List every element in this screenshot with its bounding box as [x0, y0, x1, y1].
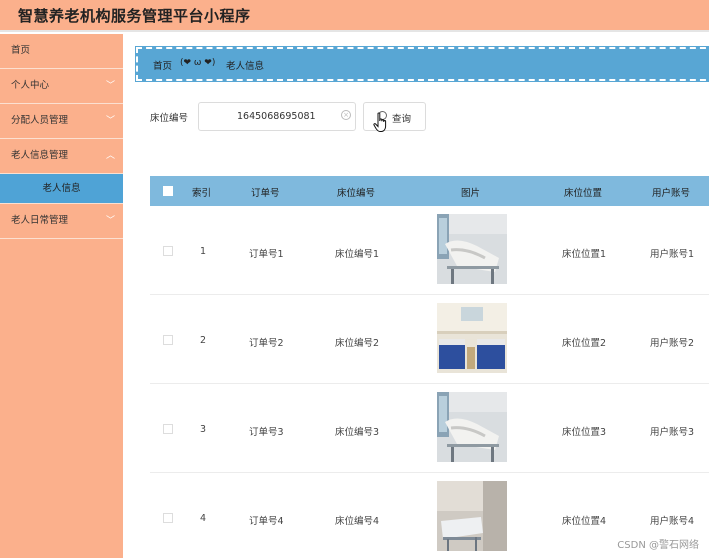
cell-bed-number: 床位编号2	[335, 338, 380, 349]
cell-user-account: 用户账号4	[650, 516, 695, 527]
row-checkbox[interactable]	[163, 424, 173, 434]
cell-bed-location: 床位位置3	[562, 427, 607, 438]
cell-index: 4	[200, 513, 207, 524]
chevron-down-icon: ﹀	[105, 81, 115, 91]
cell-user-account: 用户账号3	[650, 427, 695, 438]
search-label: 床位编号	[150, 113, 189, 124]
cell-order: 订单号2	[249, 338, 284, 349]
sidebar-item-elder-daily-management[interactable]: 老人日常管理 ﹀	[0, 204, 123, 239]
select-all-checkbox[interactable]	[163, 186, 173, 196]
sidebar-item-home[interactable]: 首页	[0, 34, 123, 69]
column-header-user-account: 用户账号	[652, 188, 691, 199]
sidebar-item-staff-assignment[interactable]: 分配人员管理 ﹀	[0, 104, 123, 139]
breadcrumb-home[interactable]: 首页	[153, 58, 172, 72]
cell-index: 1	[200, 246, 207, 257]
watermark: CSDN @警石网络	[617, 540, 699, 551]
cell-bed-number: 床位编号1	[335, 249, 380, 260]
cell-user-account: 用户账号1	[650, 249, 695, 260]
bed-photo[interactable]	[437, 392, 507, 462]
sidebar-item-label: 老人日常管理	[11, 215, 69, 226]
bed-number-search-input[interactable]	[198, 102, 356, 131]
column-header-bed-location: 床位位置	[564, 188, 603, 199]
room-photo[interactable]	[437, 481, 507, 551]
hand-pointer-icon	[373, 112, 387, 132]
sidebar-item-personal-center[interactable]: 个人中心 ﹀	[0, 69, 123, 104]
cell-order: 订单号4	[249, 516, 284, 527]
bed-photo[interactable]	[437, 214, 507, 284]
sidebar-item-elder-info-management[interactable]: 老人信息管理 ︿	[0, 139, 123, 174]
breadcrumb: 首页 (❤ ω ❤) 老人信息	[135, 46, 709, 82]
column-header-photo: 图片	[461, 188, 481, 199]
sidebar-item-label: 分配人员管理	[11, 115, 69, 126]
sidebar-subitem-elder-info[interactable]: 老人信息	[0, 174, 123, 204]
breadcrumb-current: 老人信息	[226, 61, 265, 72]
sidebar-item-label: 个人中心	[11, 80, 50, 91]
table-row[interactable]: 2 订单号2 床位编号2 床位位置2 用户账号2	[150, 295, 709, 384]
cell-bed-location: 床位位置1	[562, 249, 607, 260]
chevron-down-icon: ﹀	[105, 216, 115, 226]
column-header-bed-number: 床位编号	[337, 188, 376, 199]
chevron-up-icon: ︿	[105, 151, 115, 161]
row-checkbox[interactable]	[163, 246, 173, 256]
cell-bed-location: 床位位置4	[562, 516, 607, 527]
cell-order: 订单号3	[249, 427, 284, 438]
table-row[interactable]: 3 订单号3 床位编号3 床位位置3 用户账号3	[150, 384, 709, 473]
chevron-down-icon: ﹀	[105, 116, 115, 126]
column-header-index: 索引	[192, 188, 212, 199]
ward-photo[interactable]	[437, 303, 507, 373]
cell-order: 订单号1	[249, 249, 284, 260]
cell-bed-location: 床位位置2	[562, 338, 607, 349]
clear-icon[interactable]: ×	[341, 110, 351, 120]
row-checkbox[interactable]	[163, 513, 173, 523]
column-header-order: 订单号	[251, 188, 280, 199]
sidebar: 首页 个人中心 ﹀ 分配人员管理 ﹀ 老人信息管理 ︿ 老人信息 老人日常管理 ﹀	[0, 34, 123, 558]
sidebar-item-label: 老人信息管理	[11, 150, 69, 161]
breadcrumb-separator: (❤ ω ❤)	[180, 58, 216, 68]
cell-index: 2	[200, 335, 207, 346]
app-title: 智慧养老机构服务管理平台小程序	[18, 7, 251, 25]
row-checkbox[interactable]	[163, 335, 173, 345]
table-header: 索引 订单号 床位编号 图片 床位位置 用户账号	[150, 176, 709, 206]
cell-bed-number: 床位编号3	[335, 427, 380, 438]
cell-index: 3	[200, 424, 207, 435]
search-button-label: 查询	[392, 114, 412, 125]
table-row[interactable]: 1 订单号1 床位编号1 床位位置1 用户账号1	[150, 206, 709, 295]
cell-bed-number: 床位编号4	[335, 516, 380, 527]
main-content: 首页 (❤ ω ❤) 老人信息 床位编号 × 查询 索引 订单号 床位编号 图片…	[123, 34, 709, 558]
top-bar: 智慧养老机构服务管理平台小程序	[0, 0, 709, 32]
sidebar-item-label: 首页	[11, 45, 31, 56]
cell-user-account: 用户账号2	[650, 338, 695, 349]
